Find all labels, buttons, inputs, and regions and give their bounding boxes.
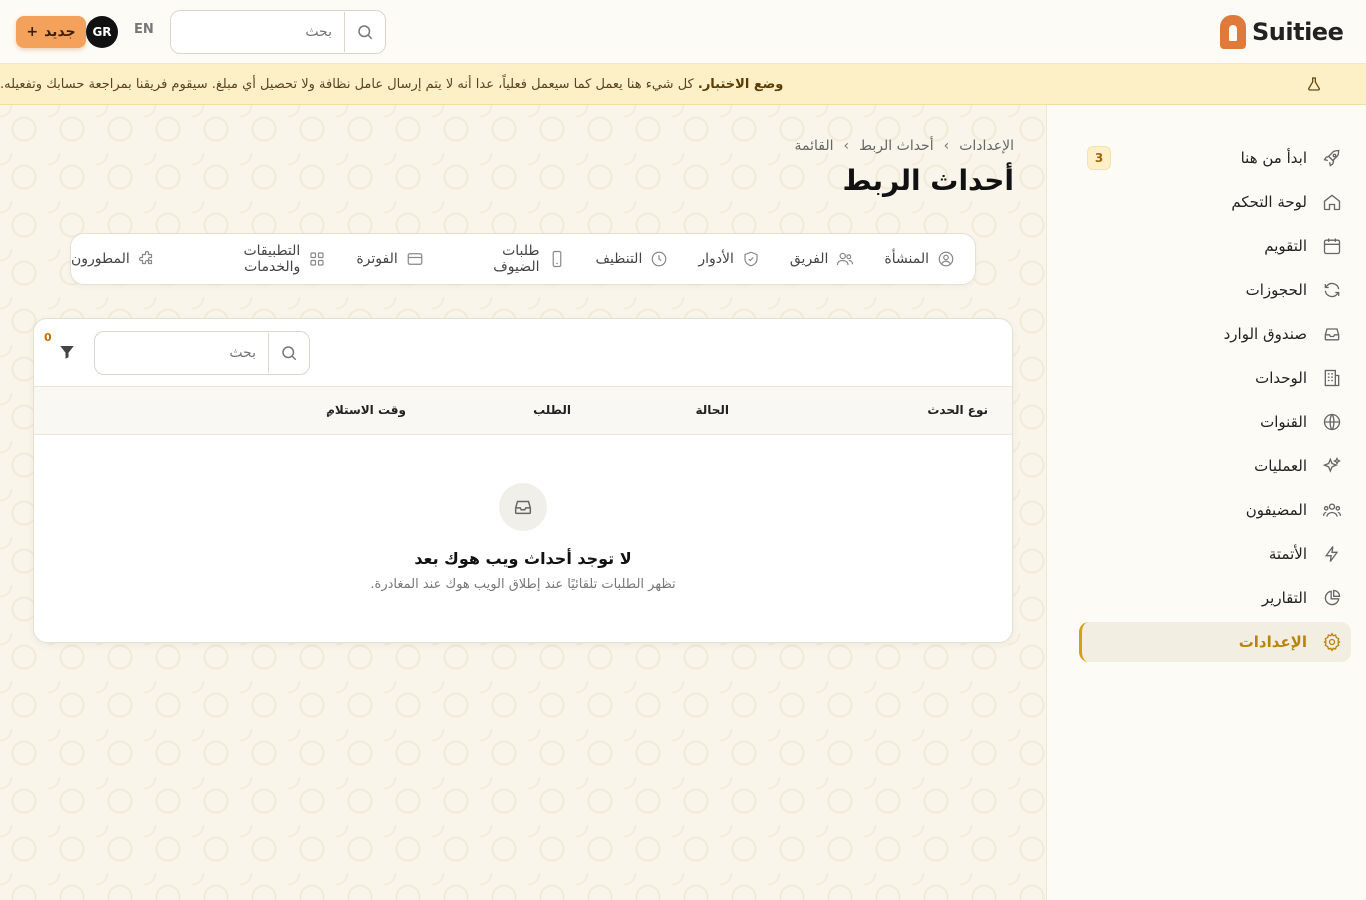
- search-input[interactable]: [173, 12, 345, 52]
- search-icon[interactable]: [345, 23, 385, 41]
- tab-billing[interactable]: الفوترة: [356, 250, 423, 268]
- keyhole-logo-icon: [1220, 15, 1246, 49]
- gear-icon: [1321, 631, 1343, 653]
- inbox-icon: [1321, 323, 1343, 345]
- language-toggle[interactable]: EN: [134, 22, 154, 37]
- grid-icon: [308, 250, 326, 268]
- sidebar-item-hosts[interactable]: المضيفون: [1079, 490, 1351, 530]
- filter-count-badge: 0: [44, 331, 52, 344]
- users-icon: [836, 250, 854, 268]
- webhook-events-card: 0 نوع الحدث الحالة الطلب وقت الاستلام لا…: [33, 318, 1013, 643]
- new-button-label: جديد: [44, 24, 76, 40]
- empty-state-subtitle: تظهر الطلبات تلقائيًا عند إطلاق الويب هو…: [370, 577, 676, 592]
- tab-roles[interactable]: الأدوار: [698, 250, 760, 268]
- sidebar-item-channels[interactable]: القنوات: [1079, 402, 1351, 442]
- tab-team[interactable]: الفريق: [790, 250, 855, 268]
- sidebar-item-inbox[interactable]: صندوق الوارد: [1079, 314, 1351, 354]
- plus-icon: +: [26, 24, 39, 40]
- brand-name: Suitiee: [1252, 18, 1344, 46]
- table-toolbar: 0: [34, 319, 1012, 387]
- brand-logo[interactable]: Suitiee: [1220, 14, 1344, 50]
- global-search: [170, 10, 386, 54]
- avatar[interactable]: GR: [86, 16, 118, 48]
- chevron-down-icon[interactable]: [324, 405, 336, 424]
- sparkles-icon: [1321, 455, 1343, 477]
- table-search: [94, 331, 310, 375]
- search-icon[interactable]: [269, 344, 309, 362]
- top-bar: + جديد GR EN Suitiee: [0, 0, 1366, 64]
- chevron-left-icon: ›: [843, 138, 850, 154]
- breadcrumb-item-settings[interactable]: الإعدادات: [959, 138, 1014, 154]
- tab-developers[interactable]: المطورون: [71, 250, 156, 268]
- sidebar-item-units[interactable]: الوحدات: [1079, 358, 1351, 398]
- sidebar-item-get-started[interactable]: 3 ابدأ من هنا: [1079, 138, 1351, 178]
- settings-tabs: المطورون التطبيقات والخدمات الفوترة طلبا…: [70, 233, 976, 285]
- tab-property[interactable]: المنشأة: [884, 250, 955, 268]
- globe-icon: [1321, 411, 1343, 433]
- table-header: نوع الحدث الحالة الطلب وقت الاستلام: [34, 387, 1012, 435]
- notification-badge: 3: [1087, 146, 1111, 170]
- clock-icon: [650, 250, 668, 268]
- sidebar-item-reports[interactable]: التقارير: [1079, 578, 1351, 618]
- banner-message: كل شيء هنا يعمل كما سيعمل فعلياً، عدا أن…: [0, 76, 694, 92]
- bolt-icon: [1321, 543, 1343, 565]
- page-title: أحداث الربط: [842, 164, 1014, 197]
- sidebar-item-settings[interactable]: الإعدادات: [1079, 622, 1351, 662]
- rocket-icon: [1321, 147, 1343, 169]
- building-icon: [1321, 367, 1343, 389]
- users-icon: [1321, 499, 1343, 521]
- column-event-type[interactable]: نوع الحدث: [927, 403, 988, 417]
- banner-title: وضع الاختبار.: [697, 76, 784, 92]
- inbox-icon: [499, 483, 547, 531]
- sidebar-item-bookings[interactable]: الحجوزات: [1079, 270, 1351, 310]
- new-button[interactable]: + جديد: [16, 16, 86, 48]
- sidebar-item-operations[interactable]: العمليات: [1079, 446, 1351, 486]
- user-circle-icon: [937, 250, 955, 268]
- breadcrumb-item-webhooks[interactable]: أحداث الربط: [859, 138, 933, 154]
- tab-guest-requests[interactable]: طلبات الضيوف: [454, 243, 566, 275]
- sidebar-item-dashboard[interactable]: لوحة التحكم: [1079, 182, 1351, 222]
- column-request[interactable]: الطلب: [533, 403, 571, 417]
- credit-card-icon: [406, 250, 424, 268]
- calendar-icon: [1321, 235, 1343, 257]
- shield-check-icon: [742, 250, 760, 268]
- phone-icon: [548, 250, 566, 268]
- filter-icon[interactable]: [58, 343, 76, 365]
- breadcrumb-item-list: القائمة: [794, 138, 834, 154]
- breadcrumb: الإعدادات › أحداث الربط › القائمة: [795, 138, 1014, 154]
- empty-state-title: لا توجد أحداث ويب هوك بعد: [414, 549, 632, 568]
- chevron-left-icon: ›: [943, 138, 950, 154]
- refresh-icon: [1321, 279, 1343, 301]
- sidebar: 3 ابدأ من هنا لوحة التحكم التقويم الحجوز…: [1046, 105, 1366, 900]
- tab-apps-services[interactable]: التطبيقات والخدمات: [186, 243, 327, 275]
- table-search-input[interactable]: [97, 333, 269, 373]
- sidebar-item-automation[interactable]: الأتمتة: [1079, 534, 1351, 574]
- tab-cleaning[interactable]: التنظيف: [596, 250, 669, 268]
- puzzle-icon: [138, 250, 156, 268]
- column-status[interactable]: الحالة: [695, 403, 729, 417]
- test-mode-banner: وضع الاختبار. كل شيء هنا يعمل كما سيعمل …: [0, 64, 1366, 105]
- flask-icon: [1306, 76, 1322, 96]
- pie-chart-icon: [1321, 587, 1343, 609]
- home-icon: [1321, 191, 1343, 213]
- column-received-time[interactable]: وقت الاستلام: [326, 403, 406, 417]
- sidebar-item-calendar[interactable]: التقويم: [1079, 226, 1351, 266]
